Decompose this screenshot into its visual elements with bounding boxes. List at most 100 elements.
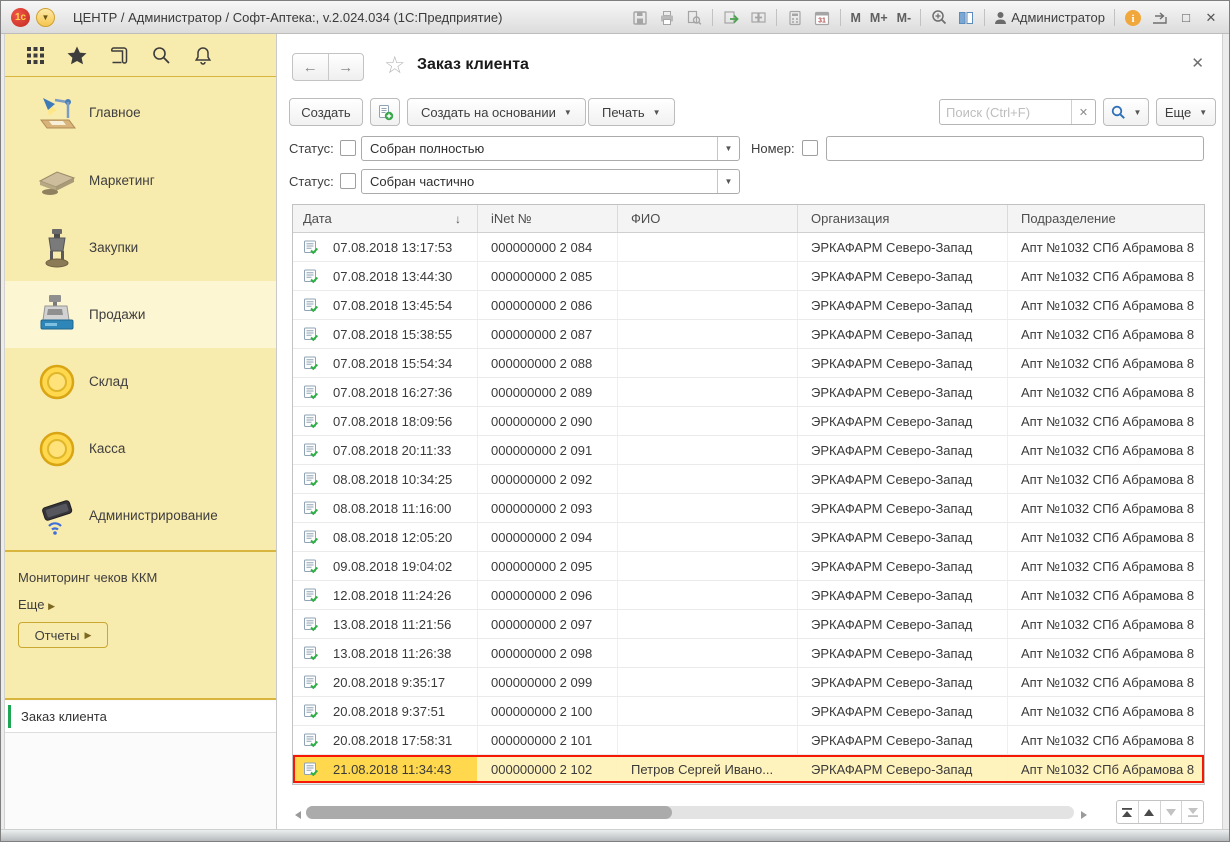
dock-window-icon[interactable]	[1151, 9, 1169, 27]
cell-fio[interactable]: Петров Сергей Ивано...	[618, 755, 798, 783]
cell-org[interactable]: ЭРКАФАРМ Северо-Запад	[798, 262, 1008, 290]
cell-date[interactable]: 07.08.2018 13:45:54	[293, 291, 478, 319]
cell-date[interactable]: 12.08.2018 11:24:26	[293, 581, 478, 609]
table-row[interactable]: 13.08.2018 11:26:38 000000000 2 098 ЭРКА…	[293, 639, 1204, 668]
cell-division[interactable]: Апт №1032 СПб Абрамова 8	[1008, 697, 1204, 725]
cell-inet[interactable]: 000000000 2 093	[478, 494, 618, 522]
main-menu-button[interactable]: ▼	[36, 8, 55, 27]
cell-inet[interactable]: 000000000 2 087	[478, 320, 618, 348]
cell-division[interactable]: Апт №1032 СПб Абрамова 8	[1008, 465, 1204, 493]
table-row[interactable]: 07.08.2018 16:27:36 000000000 2 089 ЭРКА…	[293, 378, 1204, 407]
table-row[interactable]: 07.08.2018 20:11:33 000000000 2 091 ЭРКА…	[293, 436, 1204, 465]
cell-date[interactable]: 21.08.2018 11:34:43	[293, 755, 478, 783]
cell-fio[interactable]	[618, 320, 798, 348]
table-row[interactable]: 12.08.2018 11:24:26 000000000 2 096 ЭРКА…	[293, 581, 1204, 610]
sidebar-item-prodazhi[interactable]: Продажи	[5, 281, 276, 348]
search-icon[interactable]	[151, 45, 171, 65]
column-header-inet[interactable]: iNet №	[478, 205, 618, 232]
cell-division[interactable]: Апт №1032 СПб Абрамова 8	[1008, 349, 1204, 377]
maximize-button[interactable]: □	[1178, 10, 1194, 25]
table-row[interactable]: 07.08.2018 15:54:34 000000000 2 088 ЭРКА…	[293, 349, 1204, 378]
cell-fio[interactable]	[618, 726, 798, 754]
add-to-favorites-star-icon[interactable]: ☆	[384, 52, 406, 80]
combo-dropdown-icon[interactable]: ▼	[717, 170, 739, 193]
cell-inet[interactable]: 000000000 2 091	[478, 436, 618, 464]
save-icon[interactable]	[631, 9, 649, 27]
cell-fio[interactable]	[618, 581, 798, 609]
close-window-button[interactable]: ✕	[1203, 10, 1219, 26]
cell-inet[interactable]: 000000000 2 097	[478, 610, 618, 638]
combo-dropdown-icon[interactable]: ▼	[717, 137, 739, 160]
close-page-button[interactable]: ✕	[1191, 54, 1204, 72]
history-scroll-icon[interactable]	[109, 45, 129, 65]
cell-division[interactable]: Апт №1032 СПб Абрамова 8	[1008, 378, 1204, 406]
cell-org[interactable]: ЭРКАФАРМ Северо-Запад	[798, 755, 1008, 783]
previous-page-button[interactable]	[1139, 801, 1161, 823]
cell-division[interactable]: Апт №1032 СПб Абрамова 8	[1008, 755, 1204, 783]
cell-inet[interactable]: 000000000 2 100	[478, 697, 618, 725]
status-filter-checkbox-2[interactable]	[340, 173, 356, 189]
cell-fio[interactable]	[618, 436, 798, 464]
cell-inet[interactable]: 000000000 2 095	[478, 552, 618, 580]
cell-division[interactable]: Апт №1032 СПб Абрамова 8	[1008, 726, 1204, 754]
go-to-first-button[interactable]	[1117, 801, 1139, 823]
table-row[interactable]: 07.08.2018 18:09:56 000000000 2 090 ЭРКА…	[293, 407, 1204, 436]
cell-date[interactable]: 20.08.2018 9:37:51	[293, 697, 478, 725]
cell-org[interactable]: ЭРКАФАРМ Северо-Запад	[798, 407, 1008, 435]
cell-fio[interactable]	[618, 610, 798, 638]
split-view-icon[interactable]	[957, 9, 975, 27]
scroll-right-arrow[interactable]	[1080, 808, 1088, 823]
cell-org[interactable]: ЭРКАФАРМ Северо-Запад	[798, 291, 1008, 319]
monitoring-kkm-link[interactable]: Мониторинг чеков ККМ	[18, 570, 157, 585]
cell-division[interactable]: Апт №1032 СПб Абрамова 8	[1008, 436, 1204, 464]
status-filter-combo-1[interactable]: Собран полностью ▼	[361, 136, 740, 161]
calendar-icon[interactable]: 31	[813, 9, 831, 27]
cell-date[interactable]: 07.08.2018 15:54:34	[293, 349, 478, 377]
table-row[interactable]: 08.08.2018 10:34:25 000000000 2 092 ЭРКА…	[293, 465, 1204, 494]
cell-date[interactable]: 20.08.2018 17:58:31	[293, 726, 478, 754]
cell-division[interactable]: Апт №1032 СПб Абрамова 8	[1008, 668, 1204, 696]
copy-button[interactable]	[370, 98, 400, 126]
status-filter-checkbox-1[interactable]	[340, 140, 356, 156]
cell-date[interactable]: 08.08.2018 11:16:00	[293, 494, 478, 522]
cell-org[interactable]: ЭРКАФАРМ Северо-Запад	[798, 639, 1008, 667]
cell-fio[interactable]	[618, 233, 798, 261]
sidebar-item-kassa[interactable]: Касса	[5, 415, 276, 482]
cell-inet[interactable]: 000000000 2 099	[478, 668, 618, 696]
cell-division[interactable]: Апт №1032 СПб Абрамова 8	[1008, 523, 1204, 551]
cell-fio[interactable]	[618, 523, 798, 551]
create-button[interactable]: Создать	[289, 98, 363, 126]
cell-fio[interactable]	[618, 697, 798, 725]
sidebar-item-sklad[interactable]: Склад	[5, 348, 276, 415]
cell-org[interactable]: ЭРКАФАРМ Северо-Запад	[798, 465, 1008, 493]
table-row[interactable]: 07.08.2018 15:38:55 000000000 2 087 ЭРКА…	[293, 320, 1204, 349]
table-row[interactable]: 13.08.2018 11:21:56 000000000 2 097 ЭРКА…	[293, 610, 1204, 639]
cell-division[interactable]: Апт №1032 СПб Абрамова 8	[1008, 262, 1204, 290]
open-window-item[interactable]: Заказ клиента	[5, 701, 276, 733]
get-link-icon[interactable]	[749, 9, 767, 27]
number-filter-input[interactable]	[826, 136, 1204, 161]
cell-division[interactable]: Апт №1032 СПб Абрамова 8	[1008, 320, 1204, 348]
cell-inet[interactable]: 000000000 2 096	[478, 581, 618, 609]
cell-date[interactable]: 07.08.2018 15:38:55	[293, 320, 478, 348]
search-input[interactable]	[940, 100, 1071, 124]
column-header-fio[interactable]: ФИО	[618, 205, 798, 232]
cell-inet[interactable]: 000000000 2 098	[478, 639, 618, 667]
table-row[interactable]: 09.08.2018 19:04:02 000000000 2 095 ЭРКА…	[293, 552, 1204, 581]
cell-org[interactable]: ЭРКАФАРМ Северо-Запад	[798, 349, 1008, 377]
cell-division[interactable]: Апт №1032 СПб Абрамова 8	[1008, 581, 1204, 609]
cell-division[interactable]: Апт №1032 СПб Абрамова 8	[1008, 552, 1204, 580]
cell-division[interactable]: Апт №1032 СПб Абрамова 8	[1008, 233, 1204, 261]
cell-fio[interactable]	[618, 349, 798, 377]
cell-date[interactable]: 07.08.2018 13:17:53	[293, 233, 478, 261]
cell-date[interactable]: 07.08.2018 20:11:33	[293, 436, 478, 464]
cell-fio[interactable]	[618, 639, 798, 667]
menu-grid-icon[interactable]	[25, 45, 45, 65]
cell-inet[interactable]: 000000000 2 090	[478, 407, 618, 435]
table-row[interactable]: 08.08.2018 12:05:20 000000000 2 094 ЭРКА…	[293, 523, 1204, 552]
table-row[interactable]: 20.08.2018 17:58:31 000000000 2 101 ЭРКА…	[293, 726, 1204, 755]
cell-division[interactable]: Апт №1032 СПб Абрамова 8	[1008, 610, 1204, 638]
cell-inet[interactable]: 000000000 2 101	[478, 726, 618, 754]
cell-org[interactable]: ЭРКАФАРМ Северо-Запад	[798, 378, 1008, 406]
memory-plus-button[interactable]: M+	[870, 11, 888, 25]
